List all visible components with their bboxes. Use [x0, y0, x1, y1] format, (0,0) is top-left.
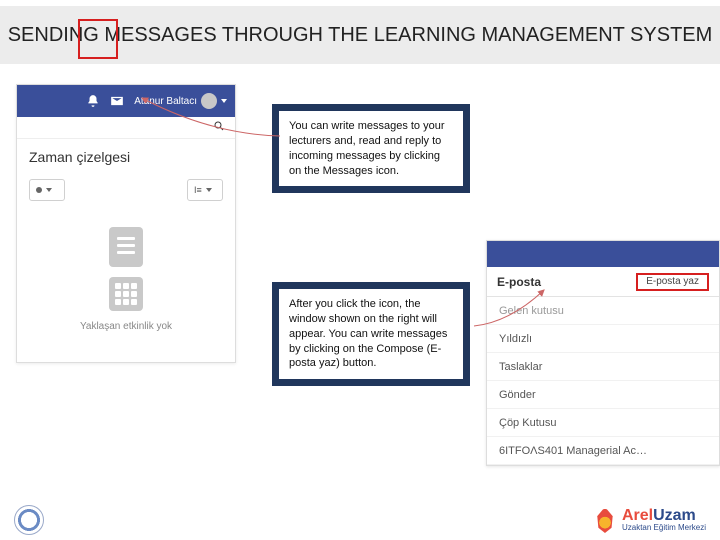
arrow-to-mail-icon — [130, 86, 290, 146]
folder-item[interactable]: Gönder — [487, 381, 719, 409]
calendar-icon — [109, 277, 143, 311]
red-highlight-box — [78, 19, 118, 59]
brand-logo: ArelUzam Uzaktan Eğitim Merkezi — [594, 507, 706, 533]
sort-chip[interactable]: I≡ — [187, 179, 223, 201]
arrow-to-compose — [470, 282, 550, 332]
footer: ArelUzam Uzaktan Eğitim Merkezi — [0, 500, 720, 540]
brand-text: ArelUzam Uzaktan Eğitim Merkezi — [622, 508, 706, 532]
compose-button[interactable]: E-posta yaz — [636, 273, 709, 291]
empty-text: Yaklaşan etkinlik yok — [80, 321, 172, 332]
folder-item[interactable]: Çöp Kutusu — [487, 409, 719, 437]
timeline-heading: Zaman çizelgesi — [29, 149, 223, 165]
timeline-empty-state: Yaklaşan etkinlik yok — [29, 227, 223, 352]
email-topbar — [487, 241, 719, 267]
brand-subtitle: Uzaktan Eğitim Merkezi — [622, 524, 706, 532]
callout-text: After you click the icon, the window sho… — [289, 298, 447, 369]
mail-icon[interactable] — [110, 94, 124, 108]
lms-body: Zaman çizelgesi I≡ Yaklaşan etkinlik yok — [17, 139, 235, 362]
flame-icon — [594, 507, 616, 533]
document-icon — [109, 227, 143, 267]
filter-chip[interactable] — [29, 179, 65, 201]
callout-messages: You can write messages to your lecturers… — [278, 110, 464, 187]
brand-prefix: Arel — [622, 507, 653, 524]
timeline-controls: I≡ — [29, 179, 223, 201]
email-panel: E-posta E-posta yaz Gelen kutusu Yıldızl… — [486, 240, 720, 466]
folder-item[interactable]: 6ITFOΛS401 Managerial Ac… — [487, 437, 719, 465]
callout-compose: After you click the icon, the window sho… — [278, 288, 464, 380]
brand-suffix: Uzam — [653, 507, 696, 524]
callout-text: You can write messages to your lecturers… — [289, 120, 445, 177]
seal-logo — [14, 505, 44, 535]
folder-item[interactable]: Taslaklar — [487, 353, 719, 381]
bell-icon[interactable] — [86, 94, 100, 108]
